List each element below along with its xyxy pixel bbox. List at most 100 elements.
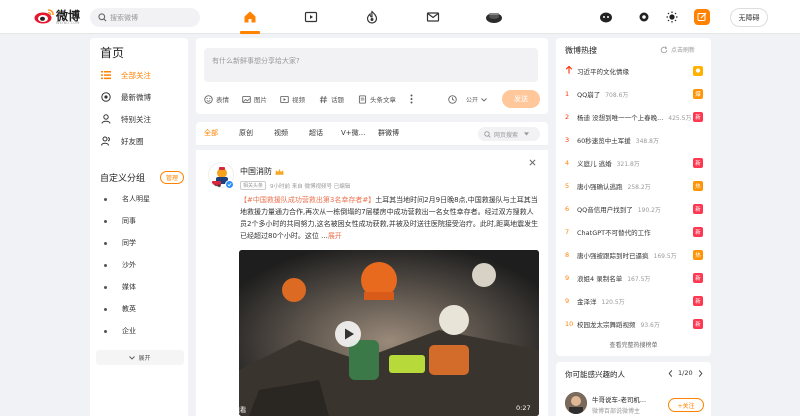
sidebar-item-friends[interactable]: 好友圈	[100, 134, 184, 148]
recommend-title: 你可能感兴趣的人	[565, 370, 625, 379]
group-item[interactable]: 媒体	[104, 281, 184, 293]
more-tools-button[interactable]	[410, 93, 413, 105]
sidebar-item-special[interactable]: 特别关注	[100, 112, 184, 126]
group-item-label: 同学	[122, 239, 136, 247]
recommend-name[interactable]: 牛哥说车-老司机...	[592, 394, 646, 404]
user-menu[interactable]: 无障碍	[730, 8, 768, 27]
hot-search-item[interactable]: 3 60秒速览中土军援 348.8万	[565, 134, 703, 146]
search-input[interactable]	[110, 10, 194, 25]
hot-search-item[interactable]: 2 杨迪 没想到唯一一个上春晚... 425.5万 新	[565, 111, 703, 123]
article-tool[interactable]: 头条文章	[358, 93, 396, 105]
image-tool[interactable]: 图片	[242, 93, 267, 105]
custom-group-header: 自定义分组 管理	[100, 170, 184, 184]
schedule-button[interactable]	[448, 93, 457, 105]
image-icon	[242, 95, 251, 104]
mail-icon	[426, 12, 440, 22]
expand-label: 展开	[138, 355, 151, 362]
tab-group-weibo[interactable]: 群微博	[378, 128, 399, 138]
post-meta: 相关头条 9小时前 来自 微博视频号 已编辑	[240, 181, 350, 190]
tab-vplus[interactable]: V+微...	[341, 128, 365, 138]
play-button[interactable]	[334, 320, 362, 348]
visibility-select[interactable]: 公开	[466, 95, 487, 104]
hot-badge: ●	[693, 66, 703, 76]
view-full-hot-list-link[interactable]: 查看完整热搜榜单	[556, 340, 711, 349]
nav-home[interactable]	[241, 8, 259, 26]
web-search-select[interactable]: 网页搜索	[478, 127, 540, 141]
hot-search-item[interactable]: 7 ChatGPT不可替代的工作 新	[565, 226, 703, 238]
manage-groups-button[interactable]: 管理	[159, 170, 184, 184]
video-tool[interactable]: 视频	[280, 93, 305, 105]
sidebar-title: 首页	[100, 46, 125, 60]
video-view-count: 167万次观看	[208, 406, 247, 414]
hot-search-item[interactable]: 9 金泽洋 120.5万 新	[565, 295, 703, 307]
hot-search-item[interactable]: 1 QQ崩了 708.6万 爆	[565, 88, 703, 100]
chevron-right-icon[interactable]	[698, 369, 703, 377]
tab-video[interactable]: 视频	[274, 128, 288, 138]
group-item[interactable]: 同事	[104, 215, 184, 227]
hot-heat: 321.8万	[616, 160, 640, 168]
send-button[interactable]: 发送	[502, 90, 540, 108]
expand-text-link[interactable]: 展开	[328, 232, 342, 240]
hot-search-text: 习近平的文化情缘	[577, 68, 629, 76]
hot-search-item[interactable]: 4 义庭儿 逃婚 321.8万 新	[565, 157, 703, 169]
group-item-label: 媒体	[122, 283, 136, 291]
group-item[interactable]: 企业	[104, 325, 184, 337]
ai-assistant[interactable]	[598, 9, 614, 25]
hot-rank: 8	[565, 251, 570, 259]
post-time-source: 9小时前 来自 微博视频号 已编辑	[270, 183, 351, 190]
hot-search-item[interactable]: 10 校园龙太宗舞蹈视频 93.6万 新	[565, 318, 703, 330]
sidebar-item-latest[interactable]: 最新微博	[100, 90, 184, 104]
post-body: 【#中国救援队成功营救出第3名幸存者#】土耳其当地时间2月9日晚8点,中国救援队…	[240, 194, 540, 242]
hot-search-text: 唐小强被跟踪到时已逼疯	[577, 252, 649, 260]
group-item[interactable]: 同学	[104, 237, 184, 249]
hot-search-item[interactable]: 8 唐小强被跟踪到时已逼疯 169.5万 热	[565, 249, 703, 261]
settings-button[interactable]	[636, 9, 652, 25]
hot-search-item[interactable]: 习近平的文化情缘 ●	[565, 65, 703, 77]
author-name[interactable]: 中国消防	[240, 166, 272, 177]
expand-groups-button[interactable]: 展开	[96, 350, 184, 365]
hot-search-item[interactable]: 5 唐小强确认逃跑 258.2万 热	[565, 180, 703, 192]
tab-super-topic[interactable]: 超话	[309, 128, 323, 138]
theme-toggle[interactable]	[664, 9, 680, 25]
nav-video[interactable]	[302, 8, 320, 26]
recommend-desc: 微博百部说微博主	[592, 408, 641, 415]
nav-hot[interactable]	[363, 8, 381, 26]
video-duration: 0:27	[516, 404, 531, 412]
dismiss-post-button[interactable]	[529, 159, 536, 169]
person-photo	[565, 392, 587, 414]
group-item-label: 沙外	[122, 261, 136, 269]
home-icon	[244, 11, 256, 23]
bot-icon	[600, 12, 612, 23]
weibo-logo[interactable]: 微博 WEIBO.COM	[34, 6, 86, 28]
follow-button[interactable]: +关注	[668, 398, 704, 412]
hot-search-item[interactable]: 6 QQ音信用户找到了 190.2万 新	[565, 203, 703, 215]
group-item[interactable]: 沙外	[104, 259, 184, 271]
tab-original[interactable]: 原创	[239, 128, 253, 138]
refresh-icon	[660, 45, 668, 54]
video-player[interactable]	[239, 250, 539, 416]
post-topic-link[interactable]: 【#中国救援队成功营救出第3名幸存者#】	[240, 196, 375, 204]
top-bar: 微博 WEIBO.COM 搜索微博 无障碍	[0, 0, 800, 34]
group-item[interactable]: 教英	[104, 303, 184, 315]
tab-all[interactable]: 全部	[204, 128, 218, 138]
chevron-left-icon[interactable]	[668, 369, 673, 377]
group-item[interactable]: 名人明星	[104, 193, 184, 205]
compose-button[interactable]	[694, 9, 710, 25]
emoji-tool[interactable]: 表情	[204, 93, 229, 105]
group-item-label: 名人明星	[122, 195, 150, 203]
left-sidebar: 首页 全部关注 最新微博 特别关注 好友圈 自定义分组 管理 名人明星 同事 同…	[90, 38, 188, 416]
sidebar-item-all-follow[interactable]: 全部关注	[100, 68, 184, 82]
hot-search-panel: 微博热搜 点击刷新 习近平的文化情缘 ● 1 QQ崩了 708.6万 爆 2 杨…	[556, 38, 711, 356]
clock-icon	[100, 91, 112, 103]
hot-search-item[interactable]: 9 浪姐4 录制名单 167.5万 新	[565, 272, 703, 284]
post-input[interactable]	[204, 48, 538, 82]
topic-tool[interactable]: 话题	[319, 93, 344, 105]
weibo-logo-icon	[34, 9, 54, 24]
recommend-avatar[interactable]	[565, 392, 587, 414]
search-box[interactable]	[90, 8, 200, 27]
refresh-button[interactable]: 点击刷新	[660, 45, 695, 54]
nav-messages[interactable]	[424, 8, 442, 26]
hot-badge: 新	[693, 296, 703, 306]
visibility-label: 公开	[466, 97, 479, 104]
nav-game[interactable]	[485, 8, 503, 26]
